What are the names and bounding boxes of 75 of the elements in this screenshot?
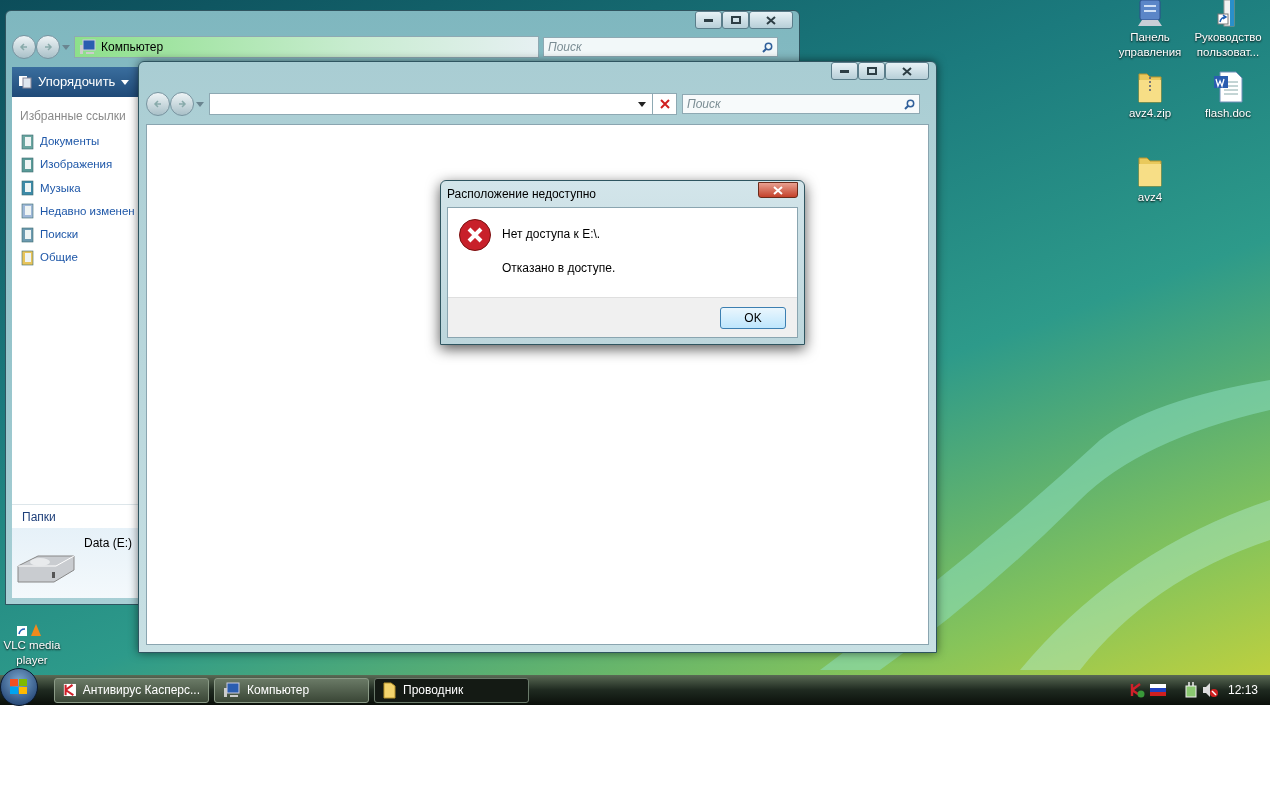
close-icon [902,66,912,76]
caret-icon [121,79,130,85]
flag-icon [1149,684,1166,696]
muted-speaker-icon [1201,682,1218,698]
address-bar[interactable]: Компьютер [74,36,539,58]
organize-button[interactable]: Упорядочить [18,72,130,92]
maximize-button[interactable] [722,11,749,29]
computer-icon [223,682,241,698]
desktop-icon-label[interactable]: flash.doc [1205,106,1251,121]
search-icon [762,41,773,53]
sidebar-link[interactable]: Поиски [40,226,79,244]
left-arrow-icon [19,42,29,52]
dropdown-caret-icon [638,101,646,107]
taskbar-button[interactable]: Проводник [374,677,529,703]
close-icon [773,185,783,195]
recent-items-icon [20,203,36,220]
zipped-folder-icon [1136,70,1164,104]
hard-drive-icon [16,552,76,586]
documents-icon [20,133,36,150]
error-detail: Отказано в доступе. [502,260,616,277]
desktop-icon-label[interactable]: Руководство пользоват... [1190,30,1266,60]
folder-icon [20,249,36,266]
taskbar-button[interactable]: Компьютер [214,677,369,703]
search-folder-icon [20,226,36,243]
search-icon [904,98,915,110]
close-icon [659,99,670,109]
documents-icon [18,75,32,89]
close-button[interactable] [749,11,793,29]
power-plug-icon [1183,682,1198,698]
dropdown-caret-icon [62,44,70,50]
minimize-button[interactable] [695,11,722,29]
error-icon [458,218,492,252]
drive-name: Data (E:) [84,535,132,552]
dropdown-caret-icon [196,101,204,107]
error-message: Нет доступа к E:\. [502,226,602,243]
close-icon [766,15,776,25]
windows-logo-icon [10,679,28,695]
minimize-icon [840,69,849,73]
start-button[interactable] [0,668,38,706]
desktop-icon-label[interactable]: Панель управления [1112,30,1188,60]
back-button[interactable] [146,92,170,116]
right-arrow-icon [43,42,53,52]
dialog-title: Расположение недоступно [447,186,597,203]
sidebar-link[interactable]: Документы [40,133,100,151]
minimize-button[interactable] [831,62,858,80]
close-button[interactable] [885,62,929,80]
maximize-icon [730,16,741,24]
address-text: Компьютер [101,39,164,56]
folder-icon [1136,154,1164,188]
music-icon [20,180,36,197]
desktop-icon-label[interactable]: VLC media player [0,638,70,668]
sidebar-link[interactable]: Общие [40,249,78,267]
sidebar-link[interactable]: Изображения [40,156,113,174]
desktop-icon-label[interactable]: avz4 [1137,190,1163,205]
taskbar-button[interactable]: Антивирус Касперс... [54,677,209,703]
folders-toggle[interactable]: Папки [22,507,56,526]
close-button[interactable] [758,182,798,198]
document-icon [1212,70,1244,104]
computer-icon [79,39,97,55]
desktop-icon-label[interactable]: avz4.zip [1128,106,1172,121]
maximize-icon [866,67,877,75]
maximize-button[interactable] [858,62,885,80]
folder-icon [383,681,397,699]
clock: 12:13 [1227,682,1258,699]
forward-button[interactable] [170,92,194,116]
ok-button[interactable]: OK [720,306,786,329]
right-arrow-icon [177,99,187,109]
minimize-icon [704,18,713,22]
back-button[interactable] [12,35,36,59]
section-heading: Избранные ссылки [20,108,127,125]
forward-button[interactable] [36,35,60,59]
sidebar-link[interactable]: Музыка [40,179,81,197]
sidebar-link[interactable]: Недавно изменен [40,202,135,220]
pictures-icon [20,156,36,173]
left-arrow-icon [153,99,163,109]
